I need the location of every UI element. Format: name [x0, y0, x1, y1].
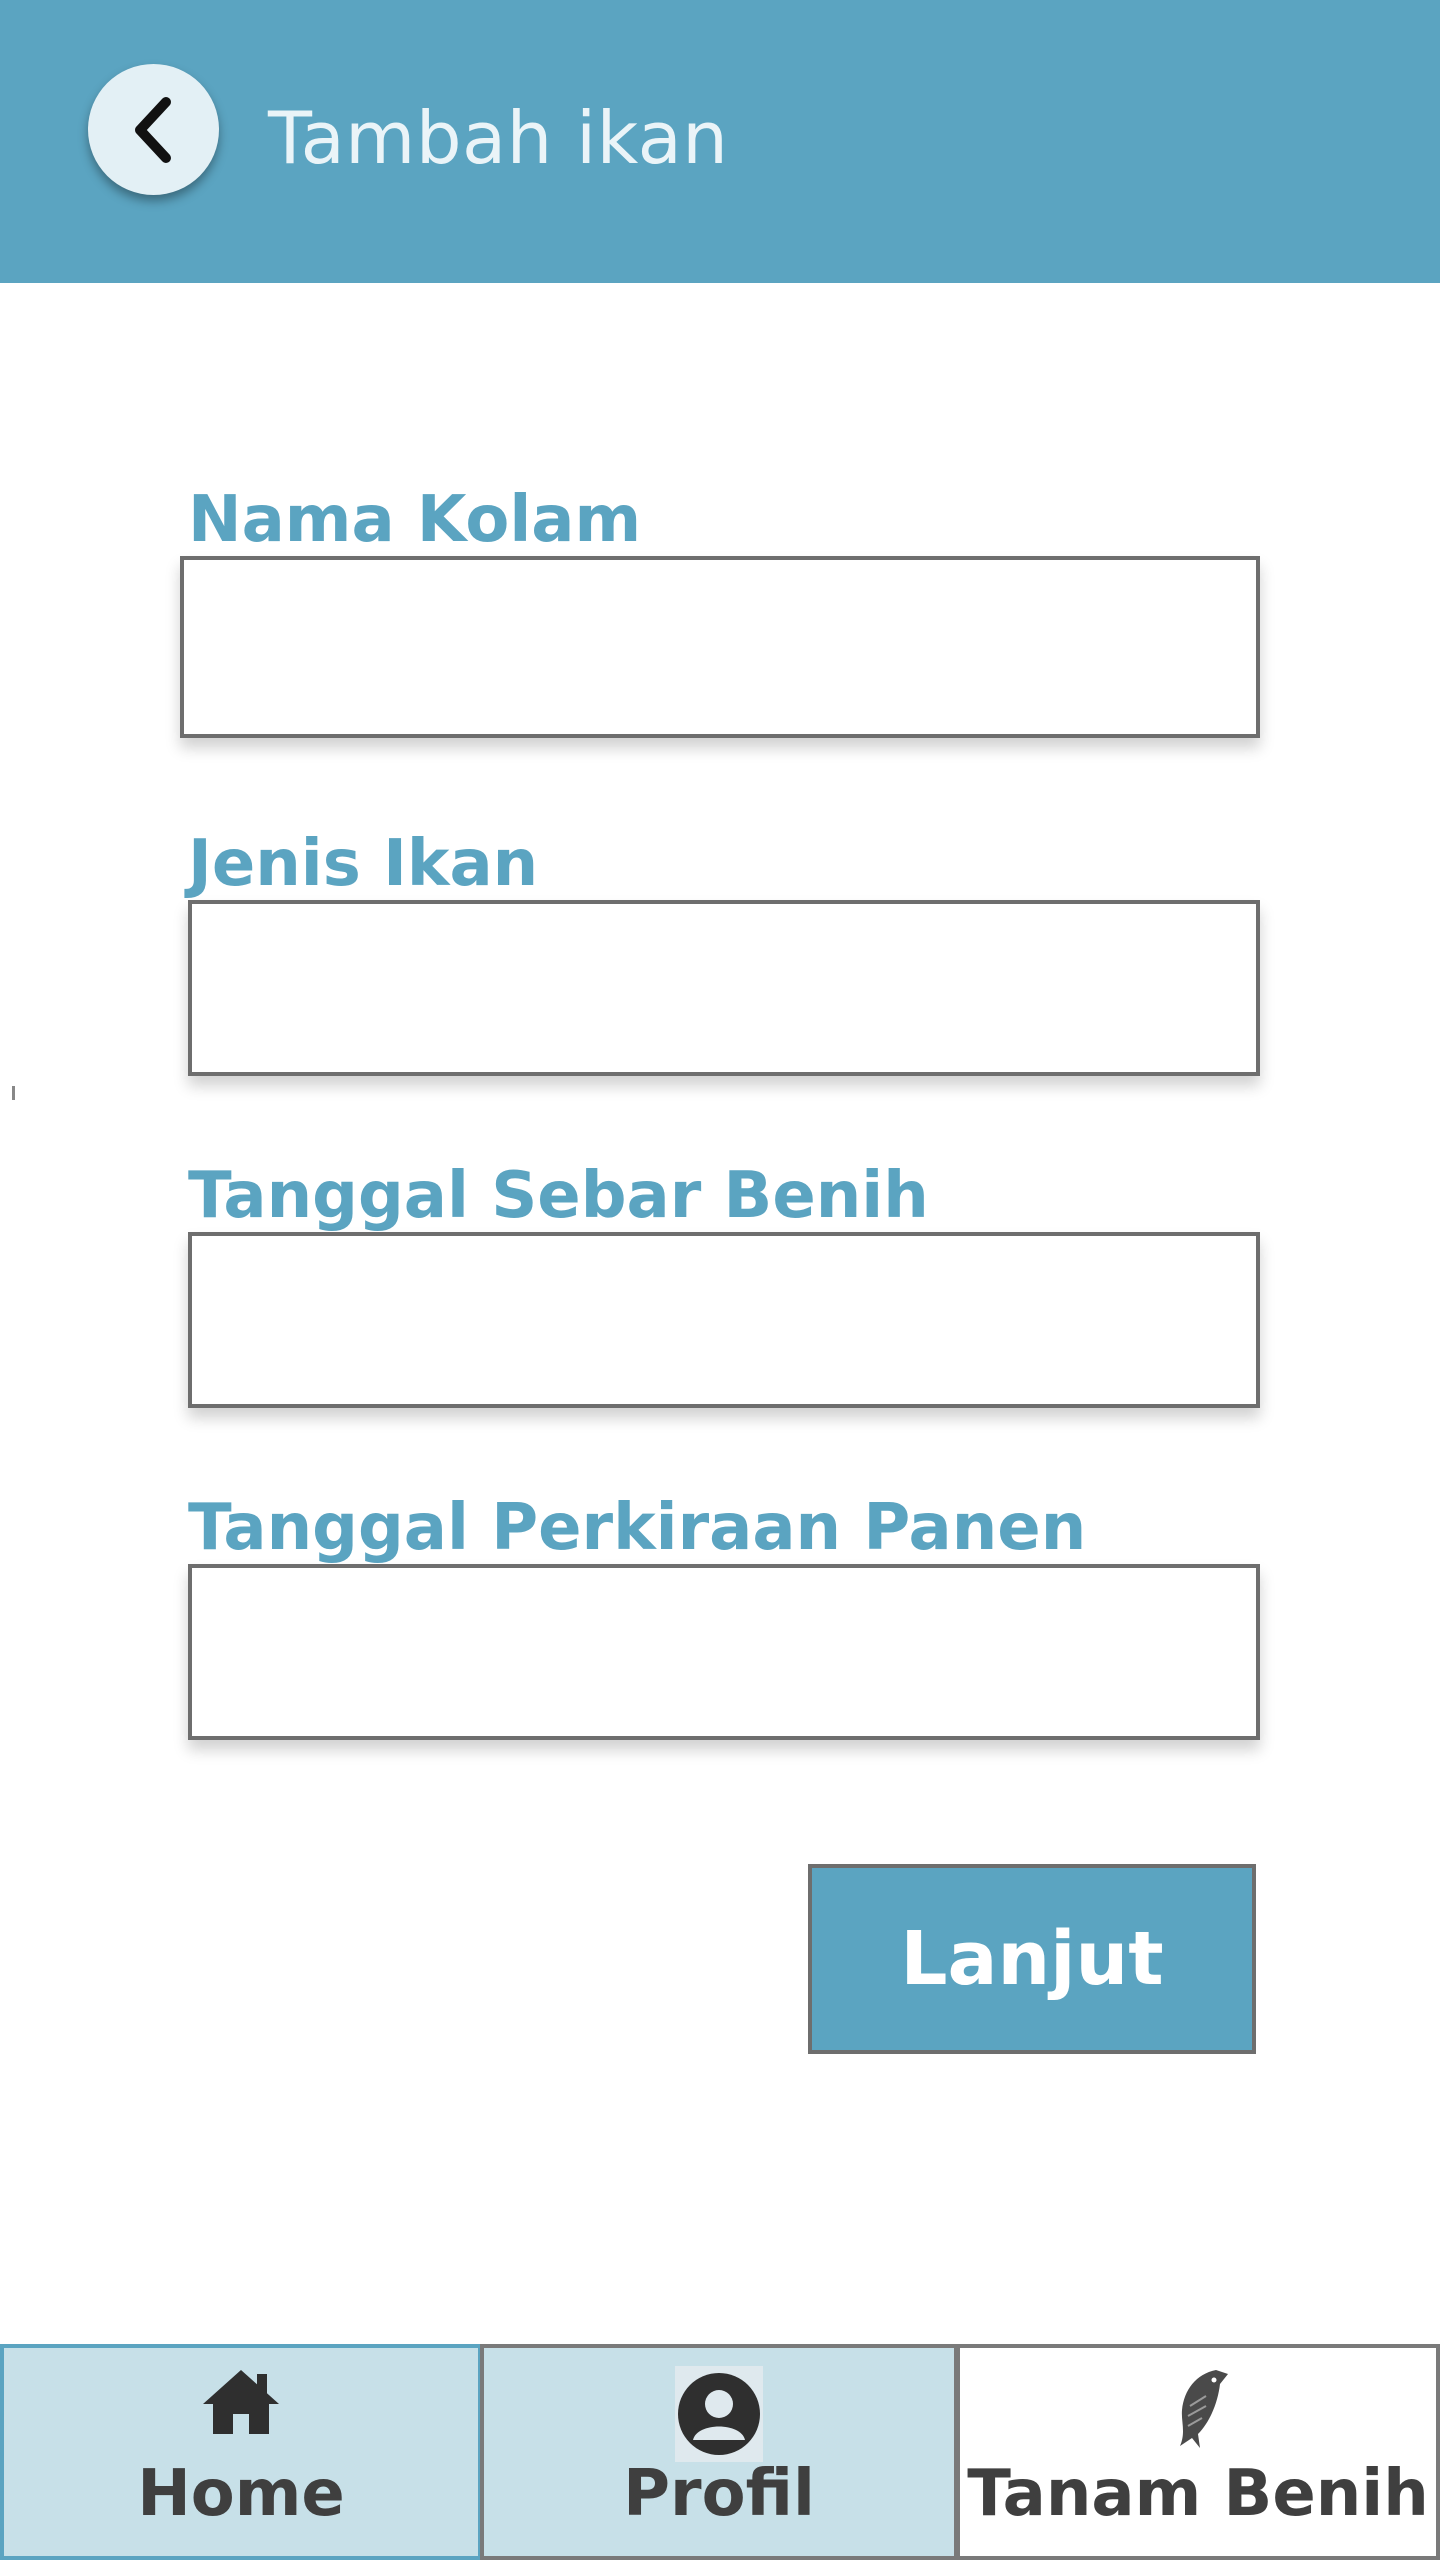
next-button[interactable]: Lanjut [808, 1864, 1256, 2054]
fish-type-label: Jenis Ikan [188, 827, 539, 901]
chevron-left-icon [134, 96, 171, 163]
page-title: Tambah ikan [268, 96, 729, 180]
fish-type-input[interactable] [188, 900, 1260, 1076]
nav-tab-tanam-benih[interactable]: Tanam Benih [956, 2344, 1440, 2560]
user-icon [675, 2366, 763, 2462]
nav-tab-profil[interactable]: Profil [480, 2344, 958, 2560]
pond-name-label: Nama Kolam [188, 483, 642, 557]
harvest-date-input[interactable] [188, 1564, 1260, 1740]
nav-tab-home[interactable]: Home [0, 2344, 482, 2560]
app-bar: Tambah ikan [0, 0, 1440, 283]
harvest-date-label: Tanggal Perkiraan Panen [188, 1491, 1087, 1565]
home-icon [203, 2370, 279, 2434]
nav-label-profil: Profil [623, 2457, 815, 2531]
pond-name-input[interactable] [180, 556, 1260, 738]
divider-mark [12, 1086, 15, 1100]
seed-date-input[interactable] [188, 1232, 1260, 1408]
back-button[interactable] [88, 64, 219, 195]
nav-label-home: Home [137, 2457, 345, 2531]
fish-icon [1180, 2370, 1228, 2448]
nav-label-tanam-benih: Tanam Benih [967, 2457, 1429, 2531]
seed-date-label: Tanggal Sebar Benih [188, 1159, 929, 1233]
bottom-nav: Home Profil Tanam Benih [0, 2344, 1440, 2560]
